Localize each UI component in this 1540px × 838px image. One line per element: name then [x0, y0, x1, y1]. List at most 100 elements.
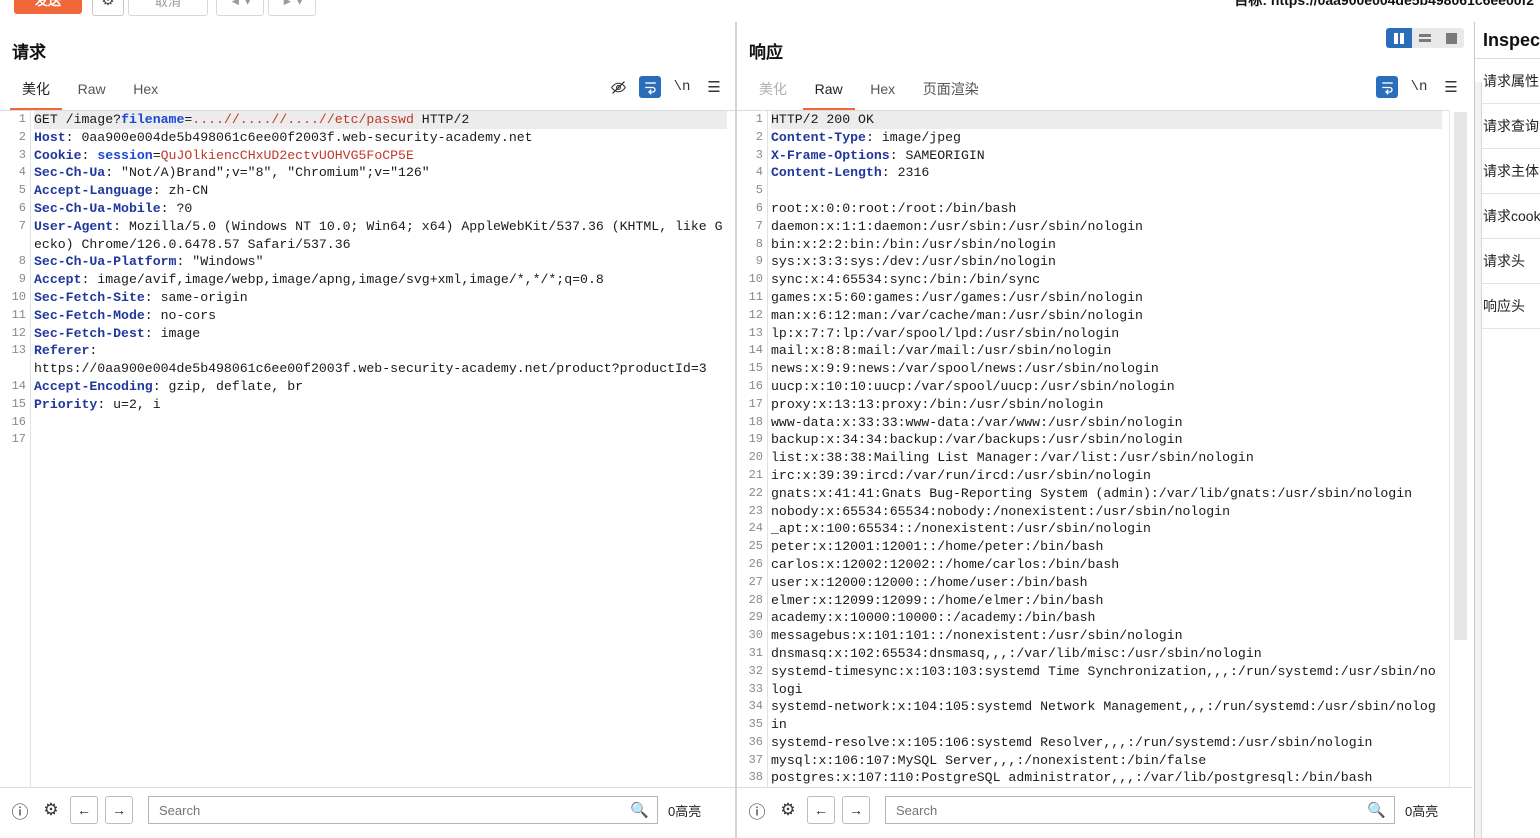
inspector-item-response-headers[interactable]: 响应头 — [1475, 284, 1540, 329]
line-number: 38 — [737, 769, 763, 787]
search-input[interactable] — [157, 797, 621, 823]
help-icon[interactable]: ⓘ — [745, 798, 769, 822]
line-number: 35 — [737, 716, 763, 734]
line-number: 10 — [737, 271, 763, 289]
response-scrollbar[interactable] — [1449, 110, 1472, 788]
word-wrap-icon[interactable] — [639, 76, 661, 98]
gear-icon[interactable]: ⚙ — [92, 0, 124, 16]
response-search-box[interactable]: 🔍 — [885, 796, 1395, 824]
newline-toggle[interactable]: \n — [671, 76, 693, 98]
back-arrow-icon[interactable]: ← — [807, 796, 835, 824]
line-number: 7 — [0, 218, 26, 254]
tab-request-hex[interactable]: Hex — [121, 74, 170, 111]
request-panel-header: 请求 美化 Raw Hex — [0, 22, 735, 110]
response-code-text: HTTP/2 200 OKContent-Type: image/jpegX-F… — [771, 111, 1442, 788]
line-number: 33 — [737, 681, 763, 699]
tab-response-hex[interactable]: Hex — [858, 74, 907, 111]
back-arrow-icon[interactable]: ← — [70, 796, 98, 824]
prev-request-button[interactable]: ◄ ▾ — [216, 0, 264, 16]
line-number: 30 — [737, 627, 763, 645]
gear-icon[interactable]: ⚙ — [39, 798, 63, 822]
forward-arrow-icon[interactable]: → — [105, 796, 133, 824]
help-icon[interactable]: ⓘ — [8, 798, 32, 822]
response-bottom-controls: ⓘ ⚙ ← → 🔍 — [745, 796, 1395, 824]
search-input[interactable] — [894, 797, 1358, 823]
hamburger-menu-icon[interactable]: ☰ — [1440, 76, 1462, 98]
line-number: 4 — [737, 164, 763, 182]
request-bottom-controls: ⓘ ⚙ ← → 🔍 — [8, 796, 658, 824]
inspector-item-request-headers[interactable]: 请求头 — [1475, 239, 1540, 284]
line-number: 12 — [0, 325, 26, 343]
inspector-item-request-cookies[interactable]: 请求cookie — [1475, 194, 1540, 239]
eye-off-icon[interactable] — [607, 76, 629, 98]
vertical-split-button[interactable] — [1386, 28, 1412, 48]
response-editor[interactable]: 1234567891011121314151617181920212223242… — [737, 110, 1450, 788]
line-number: 24 — [737, 520, 763, 538]
response-scrollbar-thumb[interactable] — [1454, 112, 1467, 640]
inspector-collapse-strip[interactable] — [1475, 82, 1482, 838]
line-number: 20 — [737, 449, 763, 467]
line-number: 16 — [737, 378, 763, 396]
inspector-item-request-body[interactable]: 请求主体 — [1475, 149, 1540, 194]
hamburger-menu-icon[interactable]: ☰ — [703, 76, 725, 98]
line-number: 18 — [737, 414, 763, 432]
request-header-icons: \n ☰ — [607, 76, 725, 98]
newline-toggle[interactable]: \n — [1408, 76, 1430, 98]
next-request-button[interactable]: ► ▾ — [268, 0, 316, 16]
code-line: backup:x:34:34:backup:/var/backups:/usr/… — [771, 431, 1442, 449]
response-line-numbers: 1234567891011121314151617181920212223242… — [737, 111, 763, 787]
inspector-item-request-query[interactable]: 请求查询 — [1475, 104, 1540, 149]
tab-response-render[interactable]: 页面渲染 — [911, 74, 991, 111]
line-number: 28 — [737, 592, 763, 610]
request-highlight-count: 0高亮 — [668, 801, 701, 820]
code-line: man:x:6:12:man:/var/cache/man:/usr/sbin/… — [771, 307, 1442, 325]
inspector-item-request-attributes[interactable]: 请求属性 — [1475, 59, 1540, 104]
code-line: www-data:x:33:33:www-data:/var/www:/usr/… — [771, 414, 1442, 432]
code-line: Accept-Language: zh-CN — [34, 182, 727, 200]
code-line: mysql:x:106:107:MySQL Server,,,:/nonexis… — [771, 752, 1442, 770]
line-number: 6 — [737, 200, 763, 218]
code-line: daemon:x:1:1:daemon:/usr/sbin:/usr/sbin/… — [771, 218, 1442, 236]
gear-icon[interactable]: ⚙ — [776, 798, 800, 822]
line-number: 29 — [737, 609, 763, 627]
code-line: Sec-Fetch-Site: same-origin — [34, 289, 727, 307]
line-number: 15 — [737, 360, 763, 378]
tab-response-beautify[interactable]: 美化 — [747, 74, 799, 111]
code-line: sys:x:3:3:sys:/dev:/usr/sbin/nologin — [771, 253, 1442, 271]
tab-request-beautify[interactable]: 美化 — [10, 74, 62, 111]
request-tabs: 美化 Raw Hex — [10, 74, 170, 110]
line-number: 6 — [0, 200, 26, 218]
send-button[interactable]: 发送 — [14, 0, 82, 14]
line-number: 5 — [737, 182, 763, 200]
line-number: 26 — [737, 556, 763, 574]
request-search-box[interactable]: 🔍 — [148, 796, 658, 824]
word-wrap-icon[interactable] — [1376, 76, 1398, 98]
code-line: systemd-network:x:104:105:systemd Networ… — [771, 698, 1442, 734]
code-line: list:x:38:38:Mailing List Manager:/var/l… — [771, 449, 1442, 467]
gutter-divider — [767, 111, 768, 788]
cancel-button[interactable]: 取消 — [128, 0, 208, 16]
code-line: Content-Type: image/jpeg — [771, 129, 1442, 147]
code-line: Cookie: session=QuJOlkiencCHxUD2ectvUOHV… — [34, 147, 727, 165]
code-line: lp:x:7:7:lp:/var/spool/lpd:/usr/sbin/nol… — [771, 325, 1442, 343]
line-number: 7 — [737, 218, 763, 236]
line-number: 17 — [0, 431, 26, 449]
horizontal-split-button[interactable] — [1412, 28, 1438, 48]
code-line: games:x:5:60:games:/usr/games:/usr/sbin/… — [771, 289, 1442, 307]
response-bottom-bar: ⓘ ⚙ ← → 🔍 0高亮 — [737, 787, 1472, 838]
response-tabs: 美化 Raw Hex 页面渲染 — [747, 74, 991, 110]
top-toolbar: 发送 ⚙ 取消 ◄ ▾ ► ▾ 目标: https://0aa900e004de… — [0, 0, 1540, 22]
forward-arrow-icon[interactable]: → — [842, 796, 870, 824]
code-line: Accept-Encoding: gzip, deflate, br — [34, 378, 727, 396]
magnifier-icon: 🔍 — [630, 801, 649, 819]
tab-request-raw[interactable]: Raw — [66, 74, 118, 111]
code-line: news:x:9:9:news:/var/spool/news:/usr/sbi… — [771, 360, 1442, 378]
single-pane-button[interactable] — [1438, 28, 1464, 48]
request-editor[interactable]: 1234567891011121314151617 GET /image?fil… — [0, 110, 735, 788]
line-number: 22 — [737, 485, 763, 503]
tab-response-raw[interactable]: Raw — [803, 74, 855, 111]
code-line: systemd-timesync:x:103:103:systemd Time … — [771, 663, 1442, 699]
line-number: 34 — [737, 698, 763, 716]
line-number: 14 — [737, 342, 763, 360]
inspector-panel: Inspec 请求属性 请求查询 请求主体 请求cookie 请求头 响应头 — [1474, 22, 1540, 838]
